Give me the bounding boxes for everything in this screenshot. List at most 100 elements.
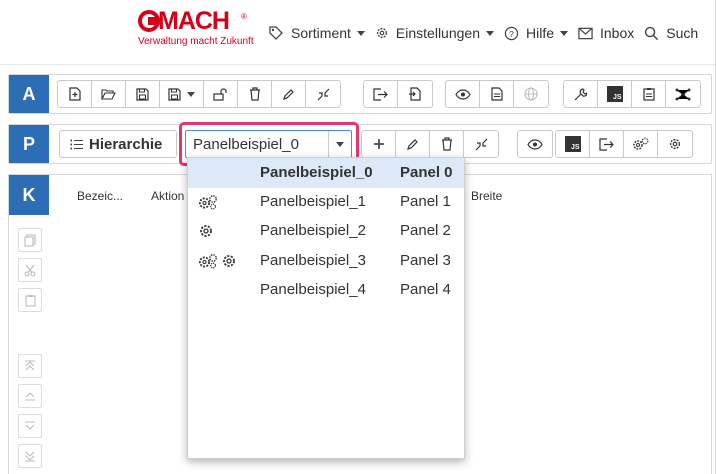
trash-icon [441, 137, 452, 151]
option-name: Panelbeispiel_1 [260, 193, 366, 210]
scissors-icon [24, 264, 36, 277]
option-name: Panelbeispiel_4 [260, 281, 366, 298]
import-export-group [363, 80, 433, 108]
panel-export-button[interactable] [590, 131, 624, 157]
move-bottom-icon [25, 451, 35, 462]
panel-gears-button[interactable] [624, 131, 658, 157]
move-down-button[interactable] [18, 414, 42, 438]
preview-panel-button[interactable] [518, 131, 552, 157]
document-icon [490, 87, 503, 101]
import-button[interactable] [398, 81, 432, 107]
javascript-button[interactable]: JS [598, 81, 632, 107]
delete-panel-button[interactable] [430, 131, 464, 157]
gear-icon [223, 255, 235, 267]
gears-icon [199, 254, 217, 269]
export-icon [373, 87, 388, 101]
clipboard-list-button[interactable] [632, 81, 666, 107]
menu-hilfe[interactable]: ? Hilfe [504, 25, 568, 41]
collapse-button[interactable] [306, 81, 340, 107]
floppy-icon [136, 87, 149, 101]
panel-view-group [517, 130, 553, 158]
move-up-icon [25, 392, 35, 401]
network-button[interactable] [666, 81, 700, 107]
globe-icon [524, 87, 538, 101]
copy-icon [24, 233, 36, 247]
search-icon [645, 26, 659, 40]
plus-icon [373, 139, 384, 149]
dropdown-option-1[interactable]: Panelbeispiel_1 Panel 1 [188, 187, 464, 217]
compress-icon [475, 138, 487, 150]
move-up-button[interactable] [18, 384, 42, 408]
preview-button[interactable] [446, 81, 480, 107]
add-panel-button[interactable] [362, 131, 396, 157]
option-name: Panelbeispiel_0 [260, 164, 373, 181]
move-down-icon [25, 421, 35, 430]
edit-button[interactable] [272, 81, 306, 107]
option-panel: Panel 4 [400, 281, 451, 298]
new-file-icon [68, 87, 81, 101]
unlock-button[interactable] [204, 81, 238, 107]
export-button[interactable] [364, 81, 398, 107]
option-icons [198, 194, 218, 210]
menu-inbox[interactable]: Inbox [578, 25, 634, 41]
menu-sortiment[interactable]: Sortiment [268, 25, 365, 41]
unlock-icon [213, 87, 227, 101]
move-top-icon [25, 360, 35, 371]
help-circle-icon: ? [504, 26, 519, 40]
menu-sortiment-label: Sortiment [291, 25, 351, 41]
dropdown-option-0[interactable]: Panelbeispiel_0 Panel 0 [188, 158, 464, 188]
panel-settings-button[interactable] [658, 131, 692, 157]
trash-icon [249, 87, 260, 101]
export-icon [599, 137, 614, 151]
chevron-down-icon [187, 91, 195, 97]
row-p-label: P [9, 125, 49, 163]
save-button[interactable] [126, 81, 160, 107]
option-name: Panelbeispiel_2 [260, 222, 366, 239]
column-header-breite[interactable]: Breite [471, 189, 502, 203]
logo-text: MACH [158, 7, 230, 35]
gears-icon [633, 137, 649, 150]
top-navbar: MACH ® Verwaltung macht Zukunft Sortimen… [0, 0, 716, 65]
option-icons [198, 253, 237, 269]
row-a-label: A [9, 75, 49, 113]
web-button[interactable] [514, 81, 548, 107]
tools-group: JS [563, 80, 701, 108]
gear-icon [669, 138, 681, 150]
panel-javascript-button[interactable]: JS [556, 131, 590, 157]
option-panel: Panel 2 [400, 222, 451, 239]
hierarchie-label: Hierarchie [89, 135, 163, 153]
delete-button[interactable] [238, 81, 272, 107]
column-header-bezeichnung[interactable]: Bezeic... [77, 189, 123, 203]
cut-button[interactable] [18, 258, 42, 282]
hierarchie-button[interactable]: Hierarchie [59, 130, 177, 158]
column-header-aktion[interactable]: Aktion [151, 189, 184, 203]
new-file-button[interactable] [58, 81, 92, 107]
document-button[interactable] [480, 81, 514, 107]
move-bottom-button[interactable] [18, 444, 42, 468]
option-panel: Panel 1 [400, 193, 451, 210]
network-icon [675, 88, 691, 100]
menu-search[interactable]: Such [644, 25, 698, 41]
paste-button[interactable] [18, 288, 42, 312]
save-as-dropdown-button[interactable] [160, 81, 204, 107]
menu-search-label: Such [666, 25, 699, 41]
chevron-down-icon [356, 30, 365, 36]
folder-open-icon [101, 89, 116, 100]
dropdown-option-4[interactable]: Panelbeispiel_4 Panel 4 [188, 275, 464, 305]
move-top-button[interactable] [18, 354, 42, 378]
dropdown-option-3[interactable]: Panelbeispiel_3 Panel 3 [188, 246, 464, 276]
svg-text:?: ? [509, 28, 514, 38]
import-icon [409, 87, 421, 101]
dropdown-option-2[interactable]: Panelbeispiel_2 Panel 2 [188, 216, 464, 246]
js-icon: JS [606, 86, 623, 102]
tag-icon [269, 26, 283, 40]
panel-tools-group: JS [555, 130, 693, 158]
menu-einstellungen[interactable]: Einstellungen [375, 25, 494, 41]
collapse-panel-button[interactable] [464, 131, 498, 157]
file-toolbar-group [57, 80, 341, 108]
edit-panel-button[interactable] [396, 131, 430, 157]
pencil-icon [407, 138, 418, 150]
open-folder-button[interactable] [92, 81, 126, 107]
copy-button[interactable] [18, 228, 42, 252]
settings-wrench-button[interactable] [564, 81, 598, 107]
